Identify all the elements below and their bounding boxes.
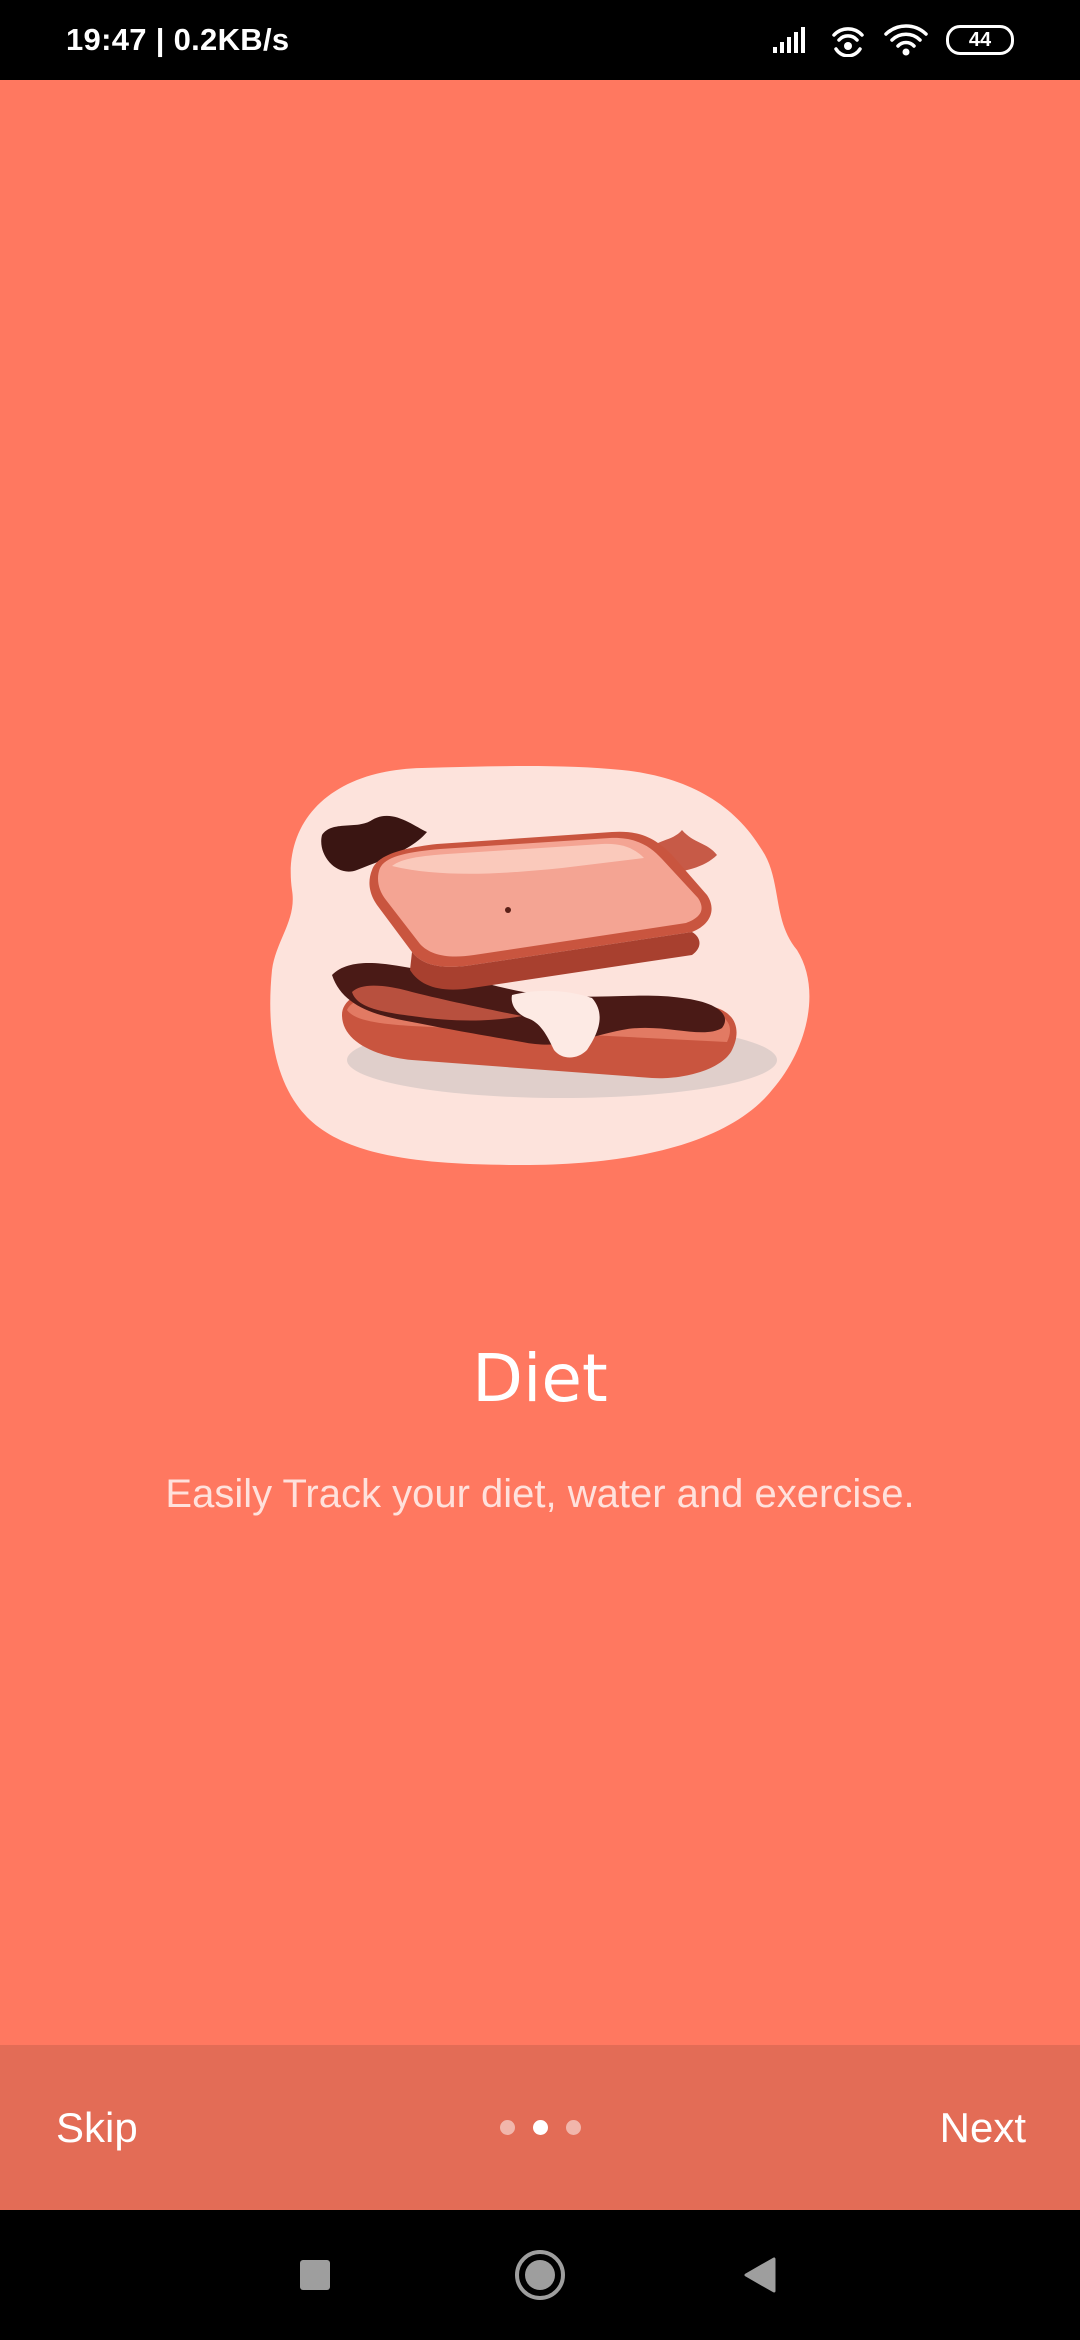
recents-square-icon[interactable]: [255, 2210, 375, 2340]
page-dot-2-active[interactable]: [532, 2120, 548, 2135]
next-button[interactable]: Next: [940, 2045, 1026, 2210]
status-icons: 44: [772, 0, 1014, 80]
sandwich-illustration: [262, 760, 822, 1170]
skip-button[interactable]: Skip: [56, 2045, 138, 2210]
home-circle-icon[interactable]: [480, 2210, 600, 2340]
signal-icon: [772, 25, 812, 55]
status-bar: 19:47 | 0.2KB/s 44: [0, 0, 1080, 80]
page-dot-3[interactable]: [565, 2120, 581, 2135]
hotspot-icon: [830, 23, 866, 57]
status-time-speed: 19:47 | 0.2KB/s: [66, 22, 290, 57]
system-navigation-bar: [0, 2210, 1080, 2340]
wifi-icon: [884, 23, 928, 57]
page-dot-1[interactable]: [499, 2120, 515, 2135]
battery-icon: 44: [946, 25, 1014, 55]
onboarding-screen: 19:47 | 0.2KB/s 44 Diet Easily Track you…: [0, 0, 1080, 2340]
onboarding-bottom-bar: Skip Next: [0, 2045, 1080, 2210]
onboarding-title: Diet: [472, 1340, 608, 1417]
onboarding-description: Easily Track your diet, water and exerci…: [165, 1472, 915, 1516]
battery-level-text: 44: [968, 28, 992, 51]
back-triangle-icon[interactable]: [700, 2210, 820, 2340]
page-indicator: [0, 2045, 1080, 2210]
